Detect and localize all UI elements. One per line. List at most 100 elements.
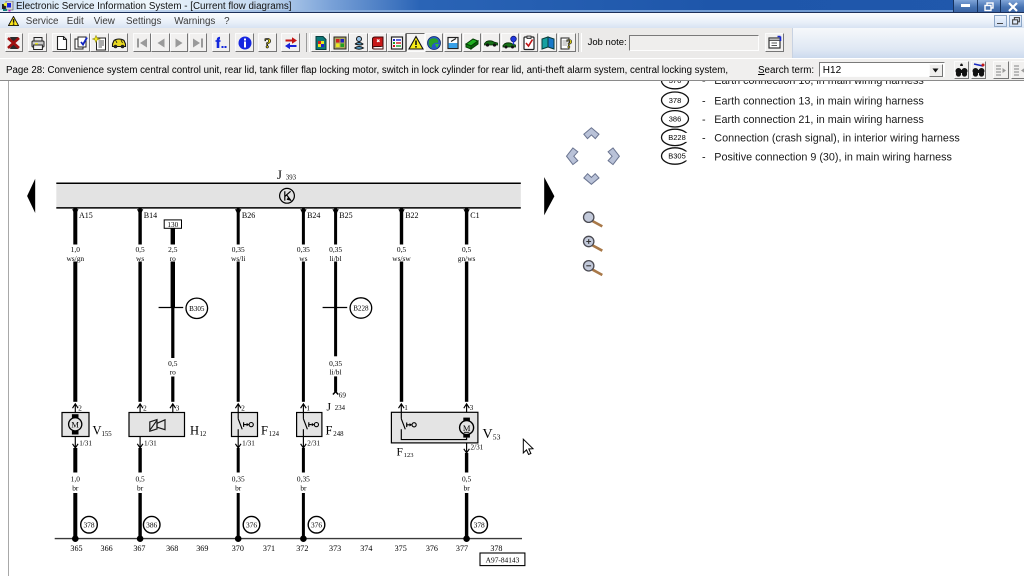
svg-text:2/31: 2/31 xyxy=(471,443,484,451)
svg-text:0,35: 0,35 xyxy=(297,245,310,254)
svg-text:-: - xyxy=(702,81,706,87)
svg-text:B305: B305 xyxy=(668,152,686,161)
svg-text:ws/sw: ws/sw xyxy=(392,254,411,263)
svg-text:370: 370 xyxy=(232,544,244,553)
svg-text:B228: B228 xyxy=(353,305,369,313)
svg-text:1: 1 xyxy=(306,405,310,413)
svg-text:0,5: 0,5 xyxy=(397,245,407,254)
svg-text:378: 378 xyxy=(490,544,502,553)
svg-text:0,35: 0,35 xyxy=(232,474,245,483)
svg-text:3: 3 xyxy=(470,404,474,412)
svg-text:-: - xyxy=(702,114,706,126)
svg-text:V: V xyxy=(483,427,493,442)
svg-text:248: 248 xyxy=(333,431,344,438)
svg-text:-: - xyxy=(702,151,706,163)
svg-text:130: 130 xyxy=(167,221,178,229)
svg-text:B25: B25 xyxy=(339,211,352,220)
svg-text:2,5: 2,5 xyxy=(168,245,178,254)
svg-text:F: F xyxy=(326,424,333,438)
svg-text:B305: B305 xyxy=(189,305,205,313)
svg-text:3: 3 xyxy=(176,405,180,413)
svg-text:0,5: 0,5 xyxy=(462,474,472,483)
svg-text:br: br xyxy=(137,483,144,492)
svg-text:Connection (crash signal), in: Connection (crash signal), in interior w… xyxy=(714,133,960,145)
svg-text:V: V xyxy=(93,424,102,438)
svg-text:367: 367 xyxy=(133,544,145,553)
svg-text:12: 12 xyxy=(200,431,207,438)
svg-text:371: 371 xyxy=(263,544,275,553)
svg-text:J: J xyxy=(277,168,282,182)
svg-text:376: 376 xyxy=(426,544,438,553)
svg-text:?: ? xyxy=(264,36,272,51)
svg-text:ws: ws xyxy=(299,254,307,263)
svg-text:br: br xyxy=(300,483,307,492)
svg-text:Positive connection 9 (30), in: Positive connection 9 (30), in main wiri… xyxy=(714,151,952,163)
svg-text:386: 386 xyxy=(669,114,682,123)
svg-text:B24: B24 xyxy=(307,211,320,220)
svg-text:1,0: 1,0 xyxy=(71,474,81,483)
svg-text:1,0: 1,0 xyxy=(71,245,81,254)
svg-text:53: 53 xyxy=(493,433,501,442)
svg-text:376: 376 xyxy=(669,81,682,85)
svg-text:-: - xyxy=(702,96,706,108)
svg-text:ro: ro xyxy=(170,368,176,377)
svg-text:ws/gn: ws/gn xyxy=(66,254,84,263)
svg-text:386: 386 xyxy=(146,520,157,529)
svg-text:br: br xyxy=(235,483,242,492)
svg-text:376: 376 xyxy=(246,520,257,529)
svg-text:B14: B14 xyxy=(144,211,157,220)
svg-text:377: 377 xyxy=(456,544,468,553)
svg-text:375: 375 xyxy=(395,544,407,553)
svg-text:123: 123 xyxy=(404,452,414,459)
svg-text:1/31: 1/31 xyxy=(144,440,157,448)
svg-text:C1: C1 xyxy=(470,211,479,220)
svg-text:gn/ws: gn/ws xyxy=(458,254,476,263)
svg-text:A97-84143: A97-84143 xyxy=(486,555,520,564)
svg-text:li/bl: li/bl xyxy=(330,368,342,377)
svg-text:372: 372 xyxy=(296,544,308,553)
svg-text:0,5: 0,5 xyxy=(135,474,145,483)
svg-text:2: 2 xyxy=(143,405,147,413)
svg-text:br: br xyxy=(464,483,471,492)
svg-text:368: 368 xyxy=(166,544,178,553)
svg-text:378: 378 xyxy=(474,520,485,529)
svg-text:B26: B26 xyxy=(242,211,255,220)
svg-text:B22: B22 xyxy=(405,211,418,220)
svg-text:369: 369 xyxy=(196,544,208,553)
svg-text:374: 374 xyxy=(360,544,372,553)
svg-text:B228: B228 xyxy=(668,133,686,142)
svg-text:0,35: 0,35 xyxy=(329,245,342,254)
svg-text:M: M xyxy=(71,420,79,430)
svg-text:ws/li: ws/li xyxy=(231,254,245,263)
svg-text:Earth connection 21, in main w: Earth connection 21, in main wiring harn… xyxy=(714,114,924,126)
svg-text:M: M xyxy=(463,423,471,433)
svg-text:ws: ws xyxy=(136,254,144,263)
svg-text:124: 124 xyxy=(269,431,280,438)
svg-text:br: br xyxy=(72,483,79,492)
svg-text:H: H xyxy=(190,424,199,438)
svg-text:1: 1 xyxy=(404,404,408,412)
svg-text:?: ? xyxy=(566,36,573,51)
svg-text:A15: A15 xyxy=(79,211,93,220)
svg-text:393: 393 xyxy=(286,174,297,181)
svg-text:69: 69 xyxy=(339,392,347,400)
svg-text:-: - xyxy=(702,133,706,145)
svg-text:Earth connection 13, in main w: Earth connection 13, in main wiring harn… xyxy=(714,96,924,108)
svg-text:1/31: 1/31 xyxy=(242,440,255,448)
svg-text:ro: ro xyxy=(170,254,176,263)
svg-text:155: 155 xyxy=(102,431,113,438)
svg-text:373: 373 xyxy=(329,544,341,553)
svg-text:1/31: 1/31 xyxy=(79,440,92,448)
svg-text:Earth connection 16, in main w: Earth connection 16, in main wiring harn… xyxy=(714,81,924,87)
svg-text:365: 365 xyxy=(70,544,82,553)
svg-text:li/bl: li/bl xyxy=(330,254,342,263)
svg-text:378: 378 xyxy=(83,520,94,529)
svg-text:2/31: 2/31 xyxy=(307,440,320,448)
svg-text:0,35: 0,35 xyxy=(232,245,245,254)
svg-text:366: 366 xyxy=(101,544,113,553)
svg-text:0,5: 0,5 xyxy=(135,245,145,254)
svg-text:F: F xyxy=(261,424,268,438)
svg-text:F: F xyxy=(397,447,403,459)
svg-text:378: 378 xyxy=(669,96,682,105)
svg-text:2: 2 xyxy=(78,405,82,413)
